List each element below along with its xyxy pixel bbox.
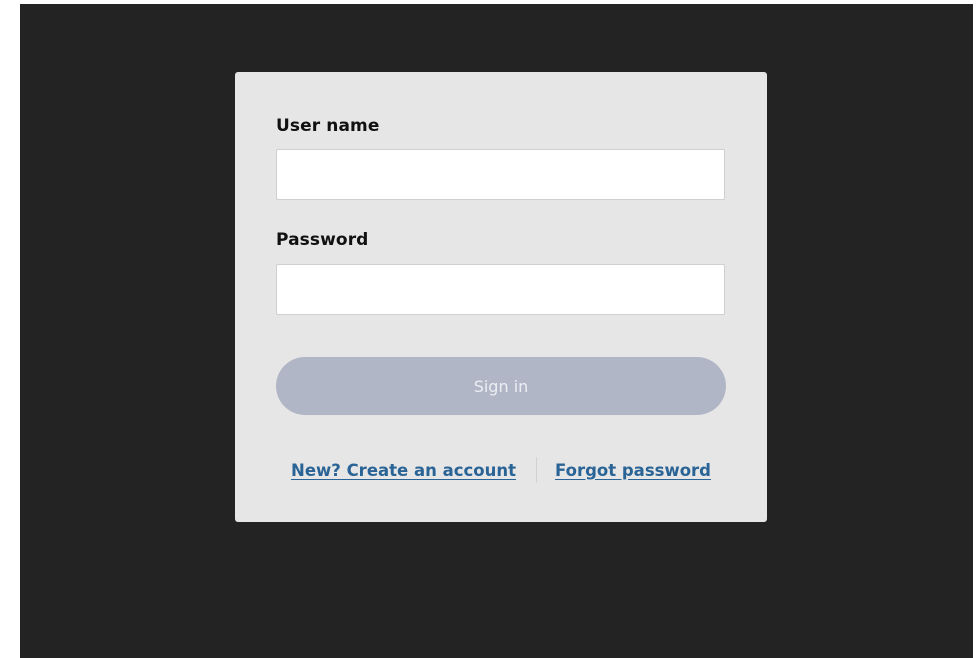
- username-input[interactable]: [276, 149, 725, 200]
- account-links: New? Create an account Forgot password: [235, 457, 767, 483]
- login-backdrop: User name Password Sign in New? Create a…: [20, 4, 973, 658]
- create-account-link[interactable]: New? Create an account: [291, 461, 516, 480]
- signin-button[interactable]: Sign in: [276, 357, 726, 415]
- password-input[interactable]: [276, 264, 725, 315]
- login-card: User name Password Sign in New? Create a…: [235, 72, 767, 522]
- forgot-password-link[interactable]: Forgot password: [555, 461, 711, 480]
- password-label: Password: [276, 230, 369, 250]
- username-label: User name: [276, 116, 380, 136]
- link-divider: [536, 457, 538, 483]
